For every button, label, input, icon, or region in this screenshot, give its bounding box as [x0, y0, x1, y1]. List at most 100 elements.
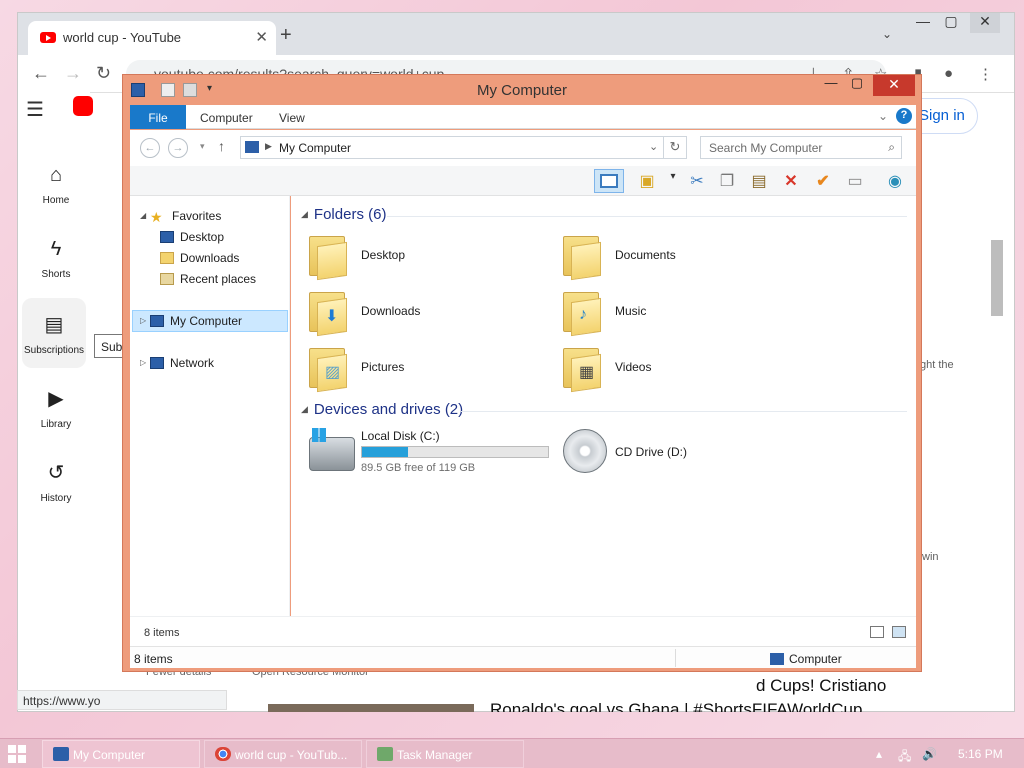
tab-youtube[interactable]: world cup - YouTube ✕: [28, 21, 276, 55]
check-icon[interactable]: ✔: [810, 169, 836, 193]
volume-icon[interactable]: 🔊: [922, 747, 937, 761]
tab-close-icon[interactable]: ✕: [255, 28, 268, 46]
minimize-button[interactable]: —: [819, 75, 843, 96]
sidebar-item-history[interactable]: ↺ History: [24, 446, 88, 516]
folder-desktop[interactable]: Desktop: [309, 230, 549, 282]
tab-file[interactable]: File: [130, 105, 186, 129]
windows-logo-icon: [312, 428, 326, 442]
network-globe-icon[interactable]: ◉: [882, 169, 908, 193]
tab-search-chevron-icon[interactable]: ⌄: [882, 27, 892, 41]
devices-group-header[interactable]: ◢ Devices and drives (2): [301, 401, 463, 421]
youtube-logo-icon[interactable]: [73, 96, 93, 116]
browser-minimize-button[interactable]: —: [908, 13, 938, 33]
menu-kebab-icon[interactable]: ⋮: [978, 65, 993, 83]
details-view-icon[interactable]: [870, 626, 884, 638]
clock[interactable]: 5:16 PM: [958, 747, 1003, 761]
nav-network[interactable]: Network: [150, 353, 214, 373]
properties-dropdown-chevron-icon[interactable]: ▾: [660, 169, 686, 193]
expand-arrow-icon[interactable]: ▷: [140, 358, 146, 367]
folder-label: Pictures: [361, 360, 405, 374]
drive-cd-d[interactable]: CD Drive (D:): [563, 429, 763, 481]
nav-desktop[interactable]: Desktop: [160, 227, 224, 247]
refresh-icon[interactable]: ↻: [664, 136, 687, 159]
window-title: My Computer: [476, 82, 568, 99]
folder-videos[interactable]: ▦ Videos: [563, 342, 803, 394]
desktop-icon: [160, 231, 174, 243]
nav-downloads[interactable]: Downloads: [160, 248, 239, 268]
sidebar-item-home[interactable]: ⌂ Home: [24, 150, 88, 220]
start-button[interactable]: [8, 745, 26, 763]
nav-recent-places[interactable]: Recent places: [160, 269, 256, 289]
star-icon: ★: [150, 209, 163, 225]
sidebar-label: Home: [42, 195, 70, 206]
collapse-group-icon[interactable]: ◢: [301, 404, 308, 414]
collapse-arrow-icon[interactable]: ◢: [140, 211, 146, 220]
picture-icon: ▨: [325, 364, 341, 381]
taskbar-task-manager[interactable]: Task Manager: [366, 740, 524, 768]
sidebar-item-shorts[interactable]: ϟ Shorts: [24, 224, 88, 294]
downloads-folder-icon: [160, 252, 174, 264]
video-description-snippet: win: [922, 551, 939, 563]
command-bar: ▣ ▾ ✂ ❐ ▤ ✕ ✔ ▭ ◉: [130, 166, 916, 196]
forward-button[interactable]: →: [168, 138, 188, 158]
page-scrollbar[interactable]: [991, 240, 1003, 316]
recent-locations-chevron-icon[interactable]: ▾: [200, 141, 205, 152]
back-button[interactable]: ←: [140, 138, 160, 158]
sidebar-label: Library: [40, 419, 72, 430]
hamburger-menu-icon[interactable]: ☰: [26, 97, 44, 122]
folder-pictures[interactable]: ▨ Pictures: [309, 342, 549, 394]
history-icon: ↺: [47, 462, 65, 484]
search-input[interactable]: Search My Computer ⌕: [700, 136, 902, 159]
browser-close-button[interactable]: ✕: [970, 13, 1000, 33]
folder-documents[interactable]: Documents: [563, 230, 803, 282]
expand-arrow-icon[interactable]: ▷: [140, 316, 146, 325]
sidebar-item-library[interactable]: ▶ Library: [24, 372, 88, 442]
folder-music[interactable]: ♪ Music: [563, 286, 803, 338]
home-icon: ⌂: [49, 164, 63, 186]
tab-computer[interactable]: Computer: [200, 105, 253, 129]
video-thumbnail[interactable]: [268, 704, 474, 712]
tab-view[interactable]: View: [279, 105, 305, 129]
nav-favorites[interactable]: ★ Favorites: [150, 206, 221, 226]
collapse-group-icon[interactable]: ◢: [301, 209, 308, 219]
nav-my-computer[interactable]: My Computer: [150, 311, 242, 331]
drive-local-disk-c[interactable]: Local Disk (C:) 89.5 GB free of 119 GB: [309, 428, 559, 481]
sidebar-item-subscriptions[interactable]: ▤ Subscriptions: [22, 298, 86, 368]
delete-icon[interactable]: ✕: [778, 169, 804, 193]
folders-group-header[interactable]: ◢ Folders (6): [301, 206, 386, 226]
show-hidden-icons-icon[interactable]: ▴: [876, 747, 882, 761]
film-strip-icon: ▦: [579, 364, 595, 381]
network-tray-icon[interactable]: 🖧: [898, 747, 911, 768]
preview-pane-button[interactable]: [594, 169, 624, 193]
address-field[interactable]: ▶ My Computer ⌄: [240, 136, 664, 159]
cut-icon[interactable]: ✂: [684, 169, 710, 193]
profile-avatar-icon[interactable]: ●: [944, 65, 953, 82]
video-result-title[interactable]: Ronaldo's goal vs Ghana | #ShortsFIFAWor…: [490, 700, 862, 712]
help-icon[interactable]: ?: [896, 108, 912, 124]
new-tab-button[interactable]: +: [280, 24, 292, 47]
status-bar: 8 items Computer: [130, 646, 916, 668]
paste-icon[interactable]: ▤: [746, 169, 772, 193]
breadcrumb-my-computer[interactable]: My Computer: [279, 141, 351, 155]
properties-folder-icon[interactable]: ▣: [634, 169, 660, 193]
address-dropdown-chevron-icon[interactable]: ⌄: [649, 140, 658, 153]
music-folder-icon: ♪: [563, 290, 603, 337]
up-arrow-icon[interactable]: ↑: [218, 138, 225, 154]
video-result-title[interactable]: d Cups! Cristiano: [756, 676, 886, 696]
rename-icon[interactable]: ▭: [842, 169, 868, 193]
taskbar-my-computer[interactable]: My Computer: [42, 740, 200, 768]
breadcrumb-separator-icon[interactable]: ▶: [265, 141, 272, 152]
browser-maximize-button[interactable]: ▢: [936, 13, 966, 33]
search-icon[interactable]: ⌕: [888, 140, 895, 155]
down-arrow-icon: ⬇: [325, 308, 339, 325]
nav-label: Favorites: [172, 209, 222, 223]
large-icons-view-icon[interactable]: [892, 626, 906, 638]
folder-downloads[interactable]: ⬇ Downloads: [309, 286, 549, 338]
close-button[interactable]: ✕: [873, 75, 915, 96]
maximize-button[interactable]: ▢: [845, 75, 869, 96]
expand-ribbon-chevron-icon[interactable]: ⌄: [878, 109, 888, 123]
taskbar-chrome[interactable]: world cup - YouTub...: [204, 740, 362, 768]
nav-label: Desktop: [180, 230, 225, 244]
copy-icon[interactable]: ❐: [714, 169, 740, 193]
reload-icon[interactable]: ↻: [96, 63, 111, 84]
